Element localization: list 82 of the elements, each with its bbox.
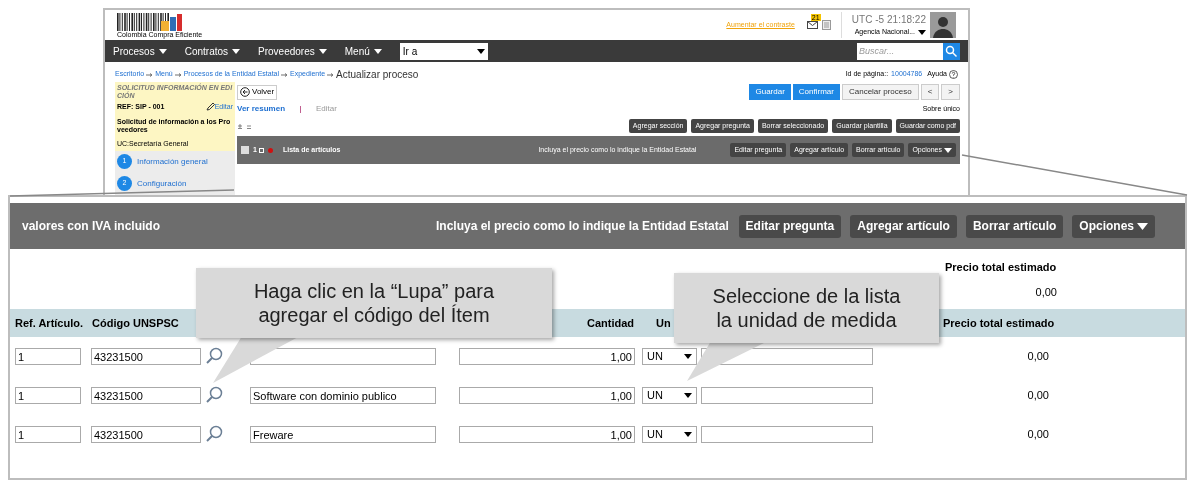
code-field[interactable]: 43231500	[91, 386, 201, 404]
nav-menu-item[interactable]: Contratos	[184, 43, 241, 59]
column-header: Ref. Artículo.	[15, 315, 85, 331]
section-button[interactable]: Agregar artículo	[850, 214, 957, 238]
caret-icon	[1137, 222, 1148, 230]
column-header: Cantidad	[585, 315, 634, 331]
search-field[interactable]: Buscar...	[857, 42, 943, 60]
caret-icon	[476, 48, 485, 54]
help-icon[interactable]	[949, 70, 958, 79]
caret-icon	[684, 353, 692, 359]
quantity-field[interactable]: 1,00	[459, 347, 635, 365]
section-note: Incluya el precio como lo indique la Entidad Estatal	[436, 218, 729, 235]
view-tab[interactable]: Ver resumen	[237, 103, 286, 115]
column-header: Precio total estimado	[943, 315, 1055, 331]
nav-menu-item[interactable]: Proveedores	[258, 43, 327, 59]
code-field[interactable]: 43231500	[91, 425, 201, 443]
expand-collapse-icon[interactable]	[237, 123, 253, 129]
caret-icon	[684, 431, 692, 437]
reference-field[interactable]: 1	[15, 347, 81, 365]
magnifier-icon[interactable]	[205, 386, 223, 404]
timezone-text: UTC -5	[851, 13, 885, 28]
description-field[interactable]: Freware	[250, 425, 436, 443]
caret-icon	[232, 48, 241, 54]
goto-select[interactable]: Ir a	[399, 42, 488, 60]
total-value: 0,00	[1034, 284, 1057, 300]
caret-icon	[158, 48, 167, 54]
pencil-icon	[205, 103, 215, 112]
back-arrow-icon	[240, 87, 250, 97]
action-button[interactable]: Confirmar	[792, 84, 840, 100]
action-button[interactable]: Guardar	[749, 84, 791, 100]
barcode-logo-icon	[117, 12, 185, 31]
section-label: valores con IVA incluido	[22, 218, 162, 235]
action-button[interactable]: Cancelar proceso	[841, 84, 919, 100]
step-link[interactable]: Configuración	[137, 177, 187, 190]
page-title: Actualizar proceso	[336, 68, 419, 82]
column-header: Código UNSPSC	[92, 315, 180, 331]
user-avatar-icon[interactable]	[930, 12, 956, 38]
caret-icon	[918, 30, 926, 35]
nav-menu-item[interactable]: Procesos	[113, 43, 167, 59]
back-button[interactable]: Volver	[237, 84, 278, 100]
arrow-icon	[327, 72, 335, 77]
document-icon[interactable]	[821, 20, 831, 30]
nav-menu-item[interactable]: Menú	[344, 43, 382, 59]
price-text: 0,00	[1026, 348, 1049, 364]
action-button[interactable]: >	[941, 84, 960, 100]
unit-select[interactable]: UN	[642, 425, 697, 443]
arrow-icon	[174, 72, 182, 77]
price-text: 0,00	[1026, 426, 1049, 442]
search-icon[interactable]	[943, 42, 960, 60]
unit-select[interactable]: UN	[642, 347, 697, 365]
clock-text: 21:18:22	[887, 13, 926, 28]
section-button[interactable]: Editar pregunta	[738, 214, 842, 238]
description-field[interactable]: Software con dominio publico	[250, 386, 436, 404]
arrow-icon	[146, 72, 154, 77]
caret-icon	[684, 392, 692, 398]
reference-field[interactable]: 1	[15, 425, 81, 443]
total-label: Precio total estimado	[945, 260, 1057, 275]
text-field[interactable]	[701, 425, 873, 443]
caret-icon	[373, 48, 382, 54]
magnifier-icon[interactable]	[205, 425, 223, 443]
caret-icon	[318, 48, 327, 54]
column-header: Un	[656, 315, 672, 331]
collapse-icon[interactable]	[258, 147, 264, 153]
caret-icon	[944, 147, 952, 153]
reference-field[interactable]: 1	[15, 386, 81, 404]
step-link[interactable]: Información general	[137, 155, 208, 168]
price-text: 0,00	[1026, 387, 1049, 403]
envelope-icon[interactable]	[806, 21, 818, 29]
section-button[interactable]: Opciones	[1072, 214, 1155, 238]
code-field[interactable]: 43231500	[91, 347, 201, 365]
callout-text: Haga clic en la “Lupa” para agregar el código del Ítem	[252, 279, 496, 327]
callout-text: Seleccione de la lista la unidad de medida	[711, 284, 902, 332]
description-field[interactable]	[250, 347, 436, 365]
action-button[interactable]: <	[920, 84, 940, 100]
unit-select[interactable]: UN	[642, 386, 697, 404]
magnifier-icon[interactable]	[205, 347, 223, 365]
section-button[interactable]: Borrar artículo	[965, 214, 1064, 238]
quantity-field[interactable]: 1,00	[459, 386, 635, 404]
text-field[interactable]	[701, 386, 873, 404]
arrow-icon	[281, 72, 289, 77]
quantity-field[interactable]: 1,00	[459, 425, 635, 443]
section-checkbox[interactable]	[241, 146, 249, 154]
